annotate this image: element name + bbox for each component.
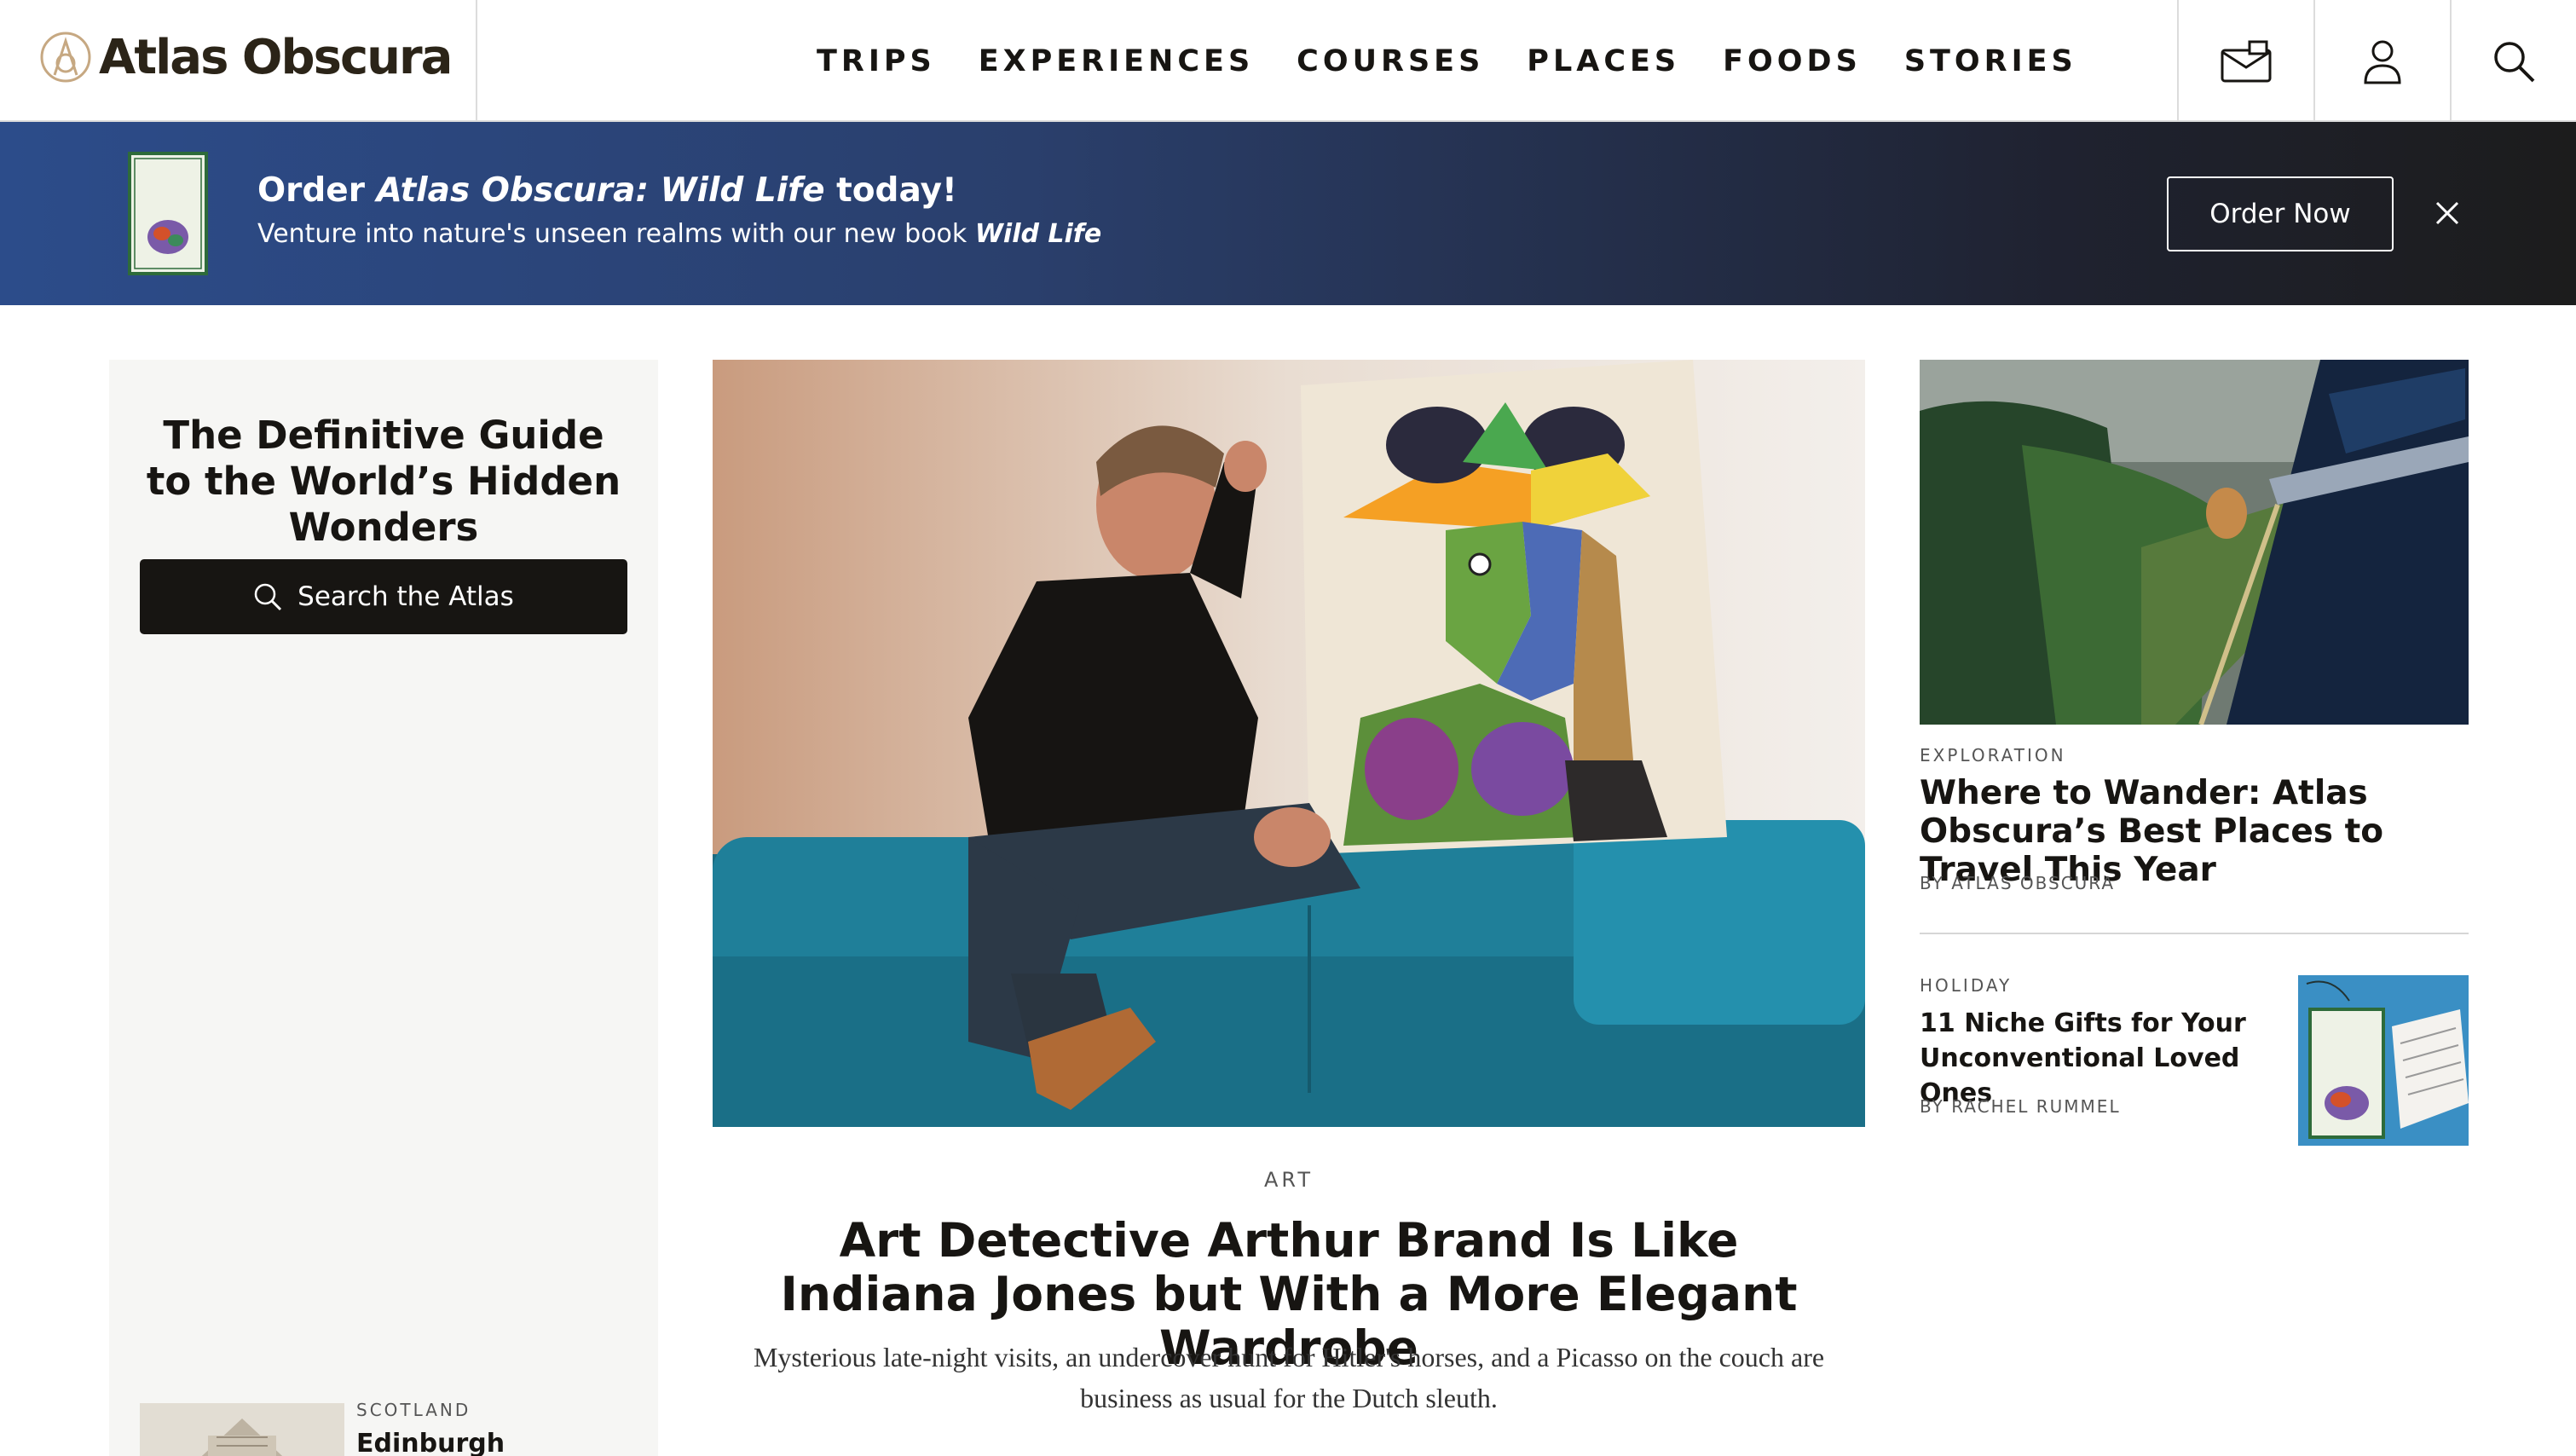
banner-close-button[interactable] xyxy=(2426,192,2469,234)
banner-sub-book: Wild Life xyxy=(974,219,1102,249)
place-category: SCOTLAND xyxy=(356,1400,471,1420)
nav-stories[interactable]: STORIES xyxy=(1904,44,2077,78)
logo-wordmark: Atlas Obscura xyxy=(99,29,453,85)
story2-byline: BY RACHEL RUMMEL xyxy=(1920,1096,2121,1117)
nav-experiences[interactable]: EXPERIENCES xyxy=(979,44,1254,78)
user-icon xyxy=(2364,40,2401,84)
story1-headline[interactable]: Where to Wander: Atlas Obscura’s Best Pl… xyxy=(1920,774,2469,889)
story2-category[interactable]: HOLIDAY xyxy=(1920,975,2012,996)
banner-sub-text: Venture into nature's unseen realms with… xyxy=(257,219,975,249)
banner-title-suffix: today! xyxy=(824,171,957,210)
site-header: Atlas Obscura TRIPS EXPERIENCES COURSES … xyxy=(0,0,2576,122)
search-icon xyxy=(2494,41,2535,82)
promo-banner: Order Atlas Obscura: Wild Life today! Ve… xyxy=(0,122,2576,305)
close-icon xyxy=(2435,201,2459,225)
book-cover-image xyxy=(128,152,208,275)
story-divider xyxy=(1920,933,2469,934)
place-thumbnail-image xyxy=(140,1403,344,1456)
story1-byline: BY ATLAS OBSCURA xyxy=(1920,873,2116,893)
search-atlas-label: Search the Atlas xyxy=(297,581,514,612)
nav-places[interactable]: PLACES xyxy=(1527,44,1680,78)
order-now-button[interactable]: Order Now xyxy=(2167,176,2394,251)
mail-button[interactable] xyxy=(2177,0,2313,122)
banner-title-prefix: Order xyxy=(257,171,377,210)
feature-image[interactable] xyxy=(713,360,1865,1127)
main-nav: TRIPS EXPERIENCES COURSES PLACES FOODS S… xyxy=(817,0,2120,122)
gift-story-thumbnail[interactable] xyxy=(2298,975,2469,1146)
feature-dek: Mysterious late-night visits, an underco… xyxy=(753,1342,1825,1413)
banner-subline: Venture into nature's unseen realms with… xyxy=(257,219,1101,249)
header-divider xyxy=(476,0,477,122)
banner-title-book: Atlas Obscura: Wild Life xyxy=(376,171,825,210)
site-logo[interactable]: Atlas Obscura xyxy=(39,27,453,87)
train-story-image[interactable] xyxy=(1920,360,2469,725)
story2-headline[interactable]: 11 Niche Gifts for Your Unconventional L… xyxy=(1920,1006,2278,1111)
search-button[interactable] xyxy=(2450,0,2576,122)
search-atlas-button[interactable]: Search the Atlas xyxy=(140,559,627,634)
compass-logo-icon xyxy=(40,32,91,83)
mail-icon xyxy=(2221,40,2272,82)
nav-courses[interactable]: COURSES xyxy=(1297,44,1484,78)
place-list-item[interactable]: SCOTLAND Edinburgh xyxy=(140,1393,627,1456)
nav-foods[interactable]: FOODS xyxy=(1723,44,1862,78)
story1-category[interactable]: EXPLORATION xyxy=(1920,745,2066,766)
search-icon xyxy=(254,583,282,611)
feature-category[interactable]: ART xyxy=(713,1168,1865,1192)
account-button[interactable] xyxy=(2313,0,2450,122)
atlas-search-card: The Definitive Guide to the World’s Hidd… xyxy=(109,360,658,1456)
atlas-card-title: The Definitive Guide to the World’s Hidd… xyxy=(146,413,621,550)
place-title[interactable]: Edinburgh xyxy=(356,1429,505,1456)
banner-headline: Order Atlas Obscura: Wild Life today! xyxy=(257,171,957,210)
nav-trips[interactable]: TRIPS xyxy=(817,44,936,78)
